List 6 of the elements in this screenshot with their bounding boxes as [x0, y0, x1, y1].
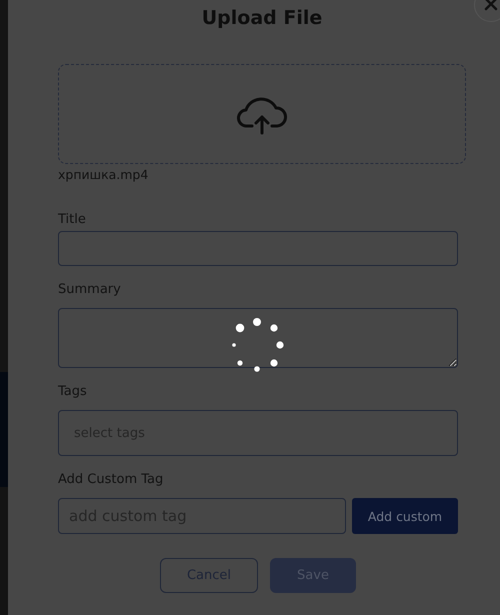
- close-icon: [484, 0, 498, 11]
- modal-title: Upload File: [200, 6, 324, 31]
- title-input[interactable]: [58, 231, 458, 266]
- summary-textarea[interactable]: [58, 308, 458, 368]
- file-drop-zone[interactable]: [58, 64, 466, 164]
- add-custom-button[interactable]: Add custom: [352, 498, 458, 534]
